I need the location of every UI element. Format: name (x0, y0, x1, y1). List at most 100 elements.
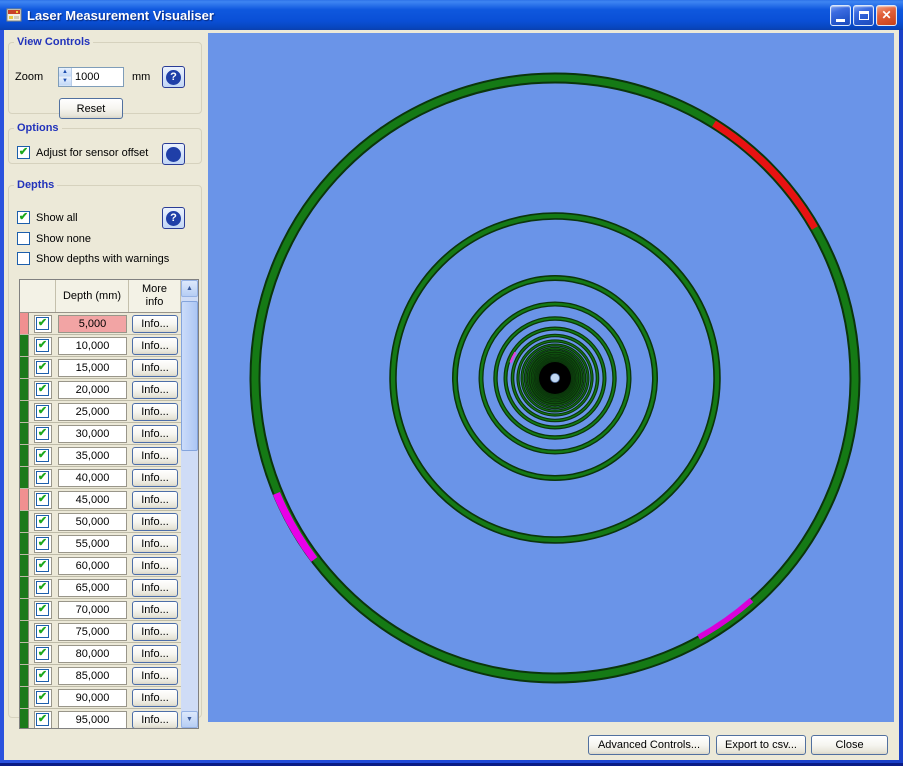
depth-cell[interactable]: 15,000 (58, 359, 127, 377)
row-checkbox[interactable]: ✔ (29, 379, 56, 400)
row-checkbox[interactable]: ✔ (29, 599, 56, 620)
row-indicator (20, 467, 29, 488)
check-icon: ✔ (38, 362, 47, 373)
depth-cell[interactable]: 25,000 (58, 403, 127, 421)
scroll-down-button[interactable]: ▼ (181, 711, 198, 728)
info-button[interactable]: Info... (132, 425, 178, 443)
row-checkbox[interactable]: ✔ (29, 511, 56, 532)
row-checkbox[interactable]: ✔ (29, 555, 56, 576)
advanced-controls-button[interactable]: Advanced Controls... (588, 735, 710, 755)
table-row: ✔ 40,000 Info... (20, 467, 181, 489)
depth-cell[interactable]: 55,000 (58, 535, 127, 553)
export-csv-button[interactable]: Export to csv... (716, 735, 806, 755)
spin-up-icon: ▲ (62, 69, 68, 75)
info-button[interactable]: Info... (132, 447, 178, 465)
check-icon: ✔ (38, 494, 47, 505)
zoom-spinner[interactable]: ▲ ▼ 1000 (58, 67, 124, 87)
show-all-checkbox[interactable]: ✔ Show all (17, 211, 78, 224)
row-indicator (20, 379, 29, 400)
spin-down-button[interactable]: ▼ (59, 77, 71, 86)
info-button[interactable]: Info... (132, 469, 178, 487)
options-help-button[interactable] (162, 143, 185, 165)
row-indicator (20, 643, 29, 664)
depth-cell[interactable]: 45,000 (58, 491, 127, 509)
depth-cell[interactable]: 60,000 (58, 557, 127, 575)
scroll-up-button[interactable]: ▲ (181, 280, 198, 297)
zoom-value[interactable]: 1000 (72, 68, 123, 86)
row-checkbox[interactable]: ✔ (29, 357, 56, 378)
info-button[interactable]: Info... (132, 491, 178, 509)
view-controls-help-button[interactable]: ? (162, 66, 185, 88)
depth-cell[interactable]: 30,000 (58, 425, 127, 443)
depth-cell[interactable]: 70,000 (58, 601, 127, 619)
depth-cell[interactable]: 20,000 (58, 381, 127, 399)
row-checkbox[interactable]: ✔ (29, 709, 56, 729)
measurement-plot (208, 33, 894, 722)
table-row: ✔ 5,000 Info... (20, 313, 181, 335)
row-checkbox[interactable]: ✔ (29, 687, 56, 708)
info-button[interactable]: Info... (132, 513, 178, 531)
row-checkbox[interactable]: ✔ (29, 621, 56, 642)
info-button[interactable]: Info... (132, 689, 178, 707)
check-icon: ✔ (38, 560, 47, 571)
header-more-info-column: More info (129, 280, 181, 312)
info-button[interactable]: Info... (132, 579, 178, 597)
depth-cell[interactable]: 80,000 (58, 645, 127, 663)
row-checkbox[interactable]: ✔ (29, 423, 56, 444)
row-indicator (20, 709, 29, 729)
row-checkbox[interactable]: ✔ (29, 401, 56, 422)
maximize-button[interactable] (853, 5, 874, 26)
depth-cell[interactable]: 85,000 (58, 667, 127, 685)
depth-cell[interactable]: 90,000 (58, 689, 127, 707)
row-checkbox[interactable]: ✔ (29, 335, 56, 356)
table-row: ✔ 10,000 Info... (20, 335, 181, 357)
minimize-button[interactable] (830, 5, 851, 26)
row-checkbox[interactable]: ✔ (29, 643, 56, 664)
info-button[interactable]: Info... (132, 645, 178, 663)
table-row: ✔ 95,000 Info... (20, 709, 181, 729)
check-icon: ✔ (38, 538, 47, 549)
row-checkbox[interactable]: ✔ (29, 313, 56, 334)
show-warnings-checkbox[interactable]: Show depths with warnings (17, 252, 169, 265)
close-dialog-button[interactable]: Close (811, 735, 888, 755)
check-icon: ✔ (38, 692, 47, 703)
row-checkbox[interactable]: ✔ (29, 489, 56, 510)
info-button[interactable]: Info... (132, 535, 178, 553)
info-button[interactable]: Info... (132, 403, 178, 421)
info-button[interactable]: Info... (132, 557, 178, 575)
info-button[interactable]: Info... (132, 711, 178, 729)
depth-cell[interactable]: 75,000 (58, 623, 127, 641)
close-button[interactable]: ✕ (876, 5, 897, 26)
depth-cell[interactable]: 35,000 (58, 447, 127, 465)
scrollbar-thumb[interactable] (181, 301, 198, 451)
depth-cell[interactable]: 40,000 (58, 469, 127, 487)
info-button[interactable]: Info... (132, 601, 178, 619)
info-button[interactable]: Info... (132, 315, 178, 333)
zoom-label: Zoom (15, 71, 43, 83)
depth-cell[interactable]: 50,000 (58, 513, 127, 531)
adjust-offset-checkbox[interactable]: ✔ Adjust for sensor offset (17, 146, 148, 159)
depth-cell[interactable]: 65,000 (58, 579, 127, 597)
spin-up-button[interactable]: ▲ (59, 68, 71, 77)
row-checkbox[interactable]: ✔ (29, 533, 56, 554)
info-button[interactable]: Info... (132, 623, 178, 641)
minimize-icon (836, 19, 845, 22)
depth-cell[interactable]: 10,000 (58, 337, 127, 355)
info-button[interactable]: Info... (132, 381, 178, 399)
depth-cell[interactable]: 95,000 (58, 711, 127, 729)
depths-help-button[interactable]: ? (162, 207, 185, 229)
info-button[interactable]: Info... (132, 337, 178, 355)
row-checkbox[interactable]: ✔ (29, 577, 56, 598)
row-checkbox[interactable]: ✔ (29, 665, 56, 686)
info-button[interactable]: Info... (132, 667, 178, 685)
table-scrollbar[interactable]: ▲ ▼ (181, 280, 198, 728)
row-checkbox[interactable]: ✔ (29, 445, 56, 466)
depth-cell[interactable]: 5,000 (58, 315, 127, 333)
show-none-checkbox[interactable]: Show none (17, 232, 91, 245)
table-row: ✔ 70,000 Info... (20, 599, 181, 621)
row-checkbox[interactable]: ✔ (29, 467, 56, 488)
client-area: View Controls Zoom ▲ ▼ 1000 mm ? Reset O… (4, 30, 899, 760)
reset-button[interactable]: Reset (59, 98, 123, 119)
info-button[interactable]: Info... (132, 359, 178, 377)
row-indicator (20, 665, 29, 686)
